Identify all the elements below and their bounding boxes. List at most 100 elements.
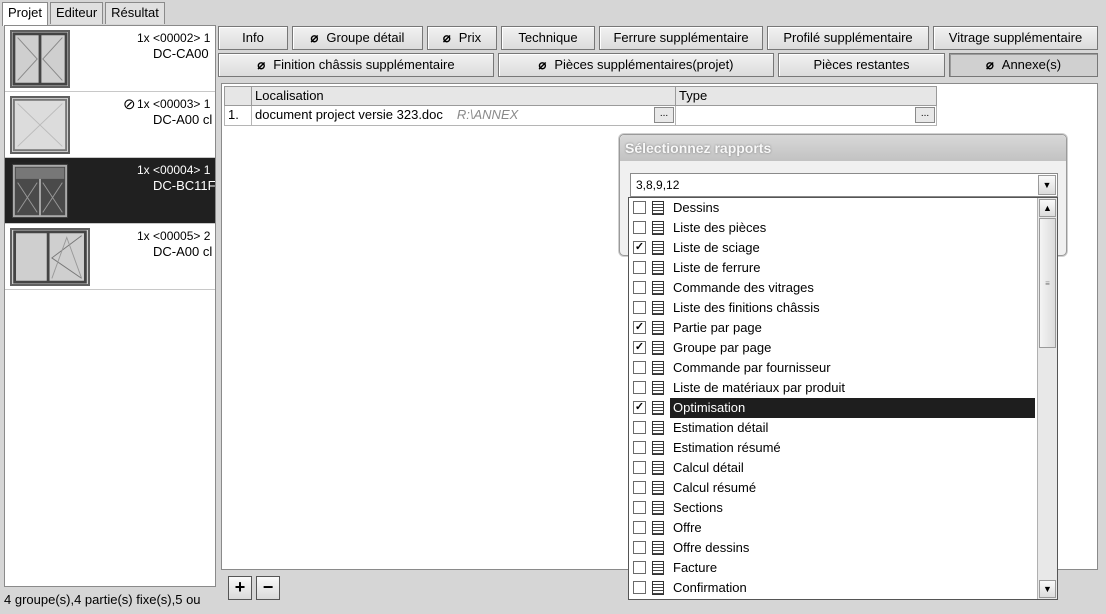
- report-checkbox[interactable]: [633, 501, 646, 514]
- report-checkbox[interactable]: [633, 301, 646, 314]
- report-item[interactable]: ✓ Liste de sciage: [629, 238, 1057, 258]
- report-checkbox[interactable]: [633, 361, 646, 374]
- report-checkbox[interactable]: [633, 381, 646, 394]
- report-item[interactable]: Estimation résumé: [629, 438, 1057, 458]
- tab-pieces-restantes[interactable]: Pièces restantes: [778, 53, 945, 77]
- application-window: Projet Editeur Résultat 1x <00002> 1 DC-…: [0, 0, 1106, 614]
- tab-prix[interactable]: ⌀ Prix: [427, 26, 497, 50]
- tab-technique[interactable]: Technique: [501, 26, 595, 50]
- report-item[interactable]: ✓ Optimisation: [629, 398, 1057, 418]
- report-icon: [652, 321, 664, 335]
- tab-editeur[interactable]: Editeur: [49, 2, 104, 24]
- project-item[interactable]: ⊘ 1x <00003> 1 DC-A00 cl: [5, 92, 215, 158]
- report-icon: [652, 401, 664, 415]
- report-icon: [652, 501, 664, 515]
- report-checkbox[interactable]: [633, 581, 646, 594]
- scroll-thumb[interactable]: ≡: [1039, 218, 1056, 348]
- report-icon: [652, 381, 664, 395]
- scroll-up-icon[interactable]: ▲: [1039, 199, 1056, 217]
- prohibited-icon: ⊘: [123, 96, 136, 113]
- report-item[interactable]: ✓ Partie par page: [629, 318, 1057, 338]
- report-checkbox[interactable]: [633, 261, 646, 274]
- cell-type[interactable]: ...: [676, 106, 937, 126]
- file-path: R:\ANNEX: [456, 107, 519, 122]
- cell-localisation[interactable]: document project versie 323.doc R:\ANNEX …: [252, 106, 676, 126]
- report-item[interactable]: Calcul détail: [629, 458, 1057, 478]
- report-label: Partie par page: [673, 320, 762, 335]
- report-checkbox[interactable]: ✓: [633, 321, 646, 334]
- report-item[interactable]: Commande des vitrages: [629, 278, 1057, 298]
- reports-list-items: Dessins Liste des pièces ✓ Liste de sciage L…: [629, 198, 1057, 598]
- report-label: Commande des vitrages: [673, 280, 814, 295]
- report-item[interactable]: Liste des finitions châssis: [629, 298, 1057, 318]
- report-item[interactable]: ✓ Groupe par page: [629, 338, 1057, 358]
- report-checkbox[interactable]: [633, 561, 646, 574]
- browse-type-button[interactable]: ...: [915, 107, 935, 123]
- remove-button[interactable]: −: [256, 576, 280, 600]
- report-checkbox[interactable]: [633, 421, 646, 434]
- report-checkbox[interactable]: [633, 281, 646, 294]
- report-item[interactable]: Sections: [629, 498, 1057, 518]
- report-icon: [652, 201, 664, 215]
- tab-annexes[interactable]: ⌀ Annexe(s): [949, 53, 1098, 77]
- report-icon: [652, 261, 664, 275]
- scroll-down-icon[interactable]: ▼: [1039, 580, 1056, 598]
- report-item[interactable]: Dessins: [629, 198, 1057, 218]
- report-item[interactable]: Calcul résumé: [629, 478, 1057, 498]
- chevron-down-icon[interactable]: ▼: [1038, 175, 1056, 195]
- report-checkbox[interactable]: [633, 481, 646, 494]
- report-label: Liste des pièces: [673, 220, 767, 235]
- item-reference: DC-CA00: [153, 46, 209, 61]
- report-icon: [652, 481, 664, 495]
- table-row[interactable]: 1. document project versie 323.doc R:\ANN…: [224, 106, 937, 126]
- window-thumbnail: [10, 30, 70, 88]
- report-item[interactable]: Facture: [629, 558, 1057, 578]
- tab-groupe-detail[interactable]: ⌀ Groupe détail: [292, 26, 423, 50]
- project-item[interactable]: 1x <00002> 1 DC-CA00: [5, 26, 215, 92]
- row-number: 1.: [224, 106, 252, 126]
- browse-file-button[interactable]: ...: [654, 107, 674, 123]
- tab-profile-supplementaire[interactable]: Profilé supplémentaire: [767, 26, 929, 50]
- report-item[interactable]: Confirmation: [629, 578, 1057, 598]
- report-icon: [652, 361, 664, 375]
- project-item-selected[interactable]: 1x <00004> 1 DC-BC11F: [5, 158, 215, 224]
- report-label: Calcul résumé: [673, 480, 757, 495]
- add-button[interactable]: +: [228, 576, 252, 600]
- report-checkbox[interactable]: ✓: [633, 341, 646, 354]
- header-localisation[interactable]: Localisation: [252, 86, 676, 106]
- tab-projet[interactable]: Projet: [2, 2, 48, 26]
- window-thumbnail: [10, 228, 90, 286]
- report-item[interactable]: Commande par fournisseur: [629, 358, 1057, 378]
- report-item[interactable]: Estimation détail: [629, 418, 1057, 438]
- project-item[interactable]: 1x <00005> 2 DC-A00 cl: [5, 224, 215, 290]
- report-checkbox[interactable]: ✓: [633, 401, 646, 414]
- tab-info[interactable]: Info: [218, 26, 288, 50]
- report-item[interactable]: Liste de ferrure: [629, 258, 1057, 278]
- tab-pieces-supplementaires[interactable]: ⌀ Pièces supplémentaires(projet): [498, 53, 774, 77]
- report-icon: [652, 441, 664, 455]
- report-checkbox[interactable]: [633, 201, 646, 214]
- report-icon: [652, 221, 664, 235]
- report-item[interactable]: Offre dessins: [629, 538, 1057, 558]
- report-icon: [652, 521, 664, 535]
- window-thumbnail: [10, 162, 70, 220]
- tab-ferrure-supplementaire[interactable]: Ferrure supplémentaire: [599, 26, 763, 50]
- header-type[interactable]: Type: [676, 86, 937, 106]
- report-item[interactable]: Liste des pièces: [629, 218, 1057, 238]
- report-checkbox[interactable]: [633, 461, 646, 474]
- report-item[interactable]: Offre: [629, 518, 1057, 538]
- report-checkbox[interactable]: [633, 441, 646, 454]
- reports-combobox[interactable]: 3,8,9,12 ▼: [630, 173, 1058, 197]
- tab-resultat[interactable]: Résultat: [105, 2, 165, 24]
- report-checkbox[interactable]: [633, 221, 646, 234]
- report-label: Estimation détail: [673, 420, 769, 435]
- vertical-scrollbar[interactable]: ▲ ≡ ▼: [1037, 198, 1057, 599]
- tab-vitrage-supplementaire[interactable]: Vitrage supplémentaire: [933, 26, 1098, 50]
- paperclip-icon: ⌀: [985, 57, 994, 72]
- report-checkbox[interactable]: [633, 521, 646, 534]
- report-item[interactable]: Liste de matériaux par produit: [629, 378, 1057, 398]
- report-checkbox[interactable]: ✓: [633, 241, 646, 254]
- tab-finition-chassis[interactable]: ⌀ Finition châssis supplémentaire: [218, 53, 494, 77]
- paperclip-icon: ⌀: [442, 30, 451, 45]
- report-checkbox[interactable]: [633, 541, 646, 554]
